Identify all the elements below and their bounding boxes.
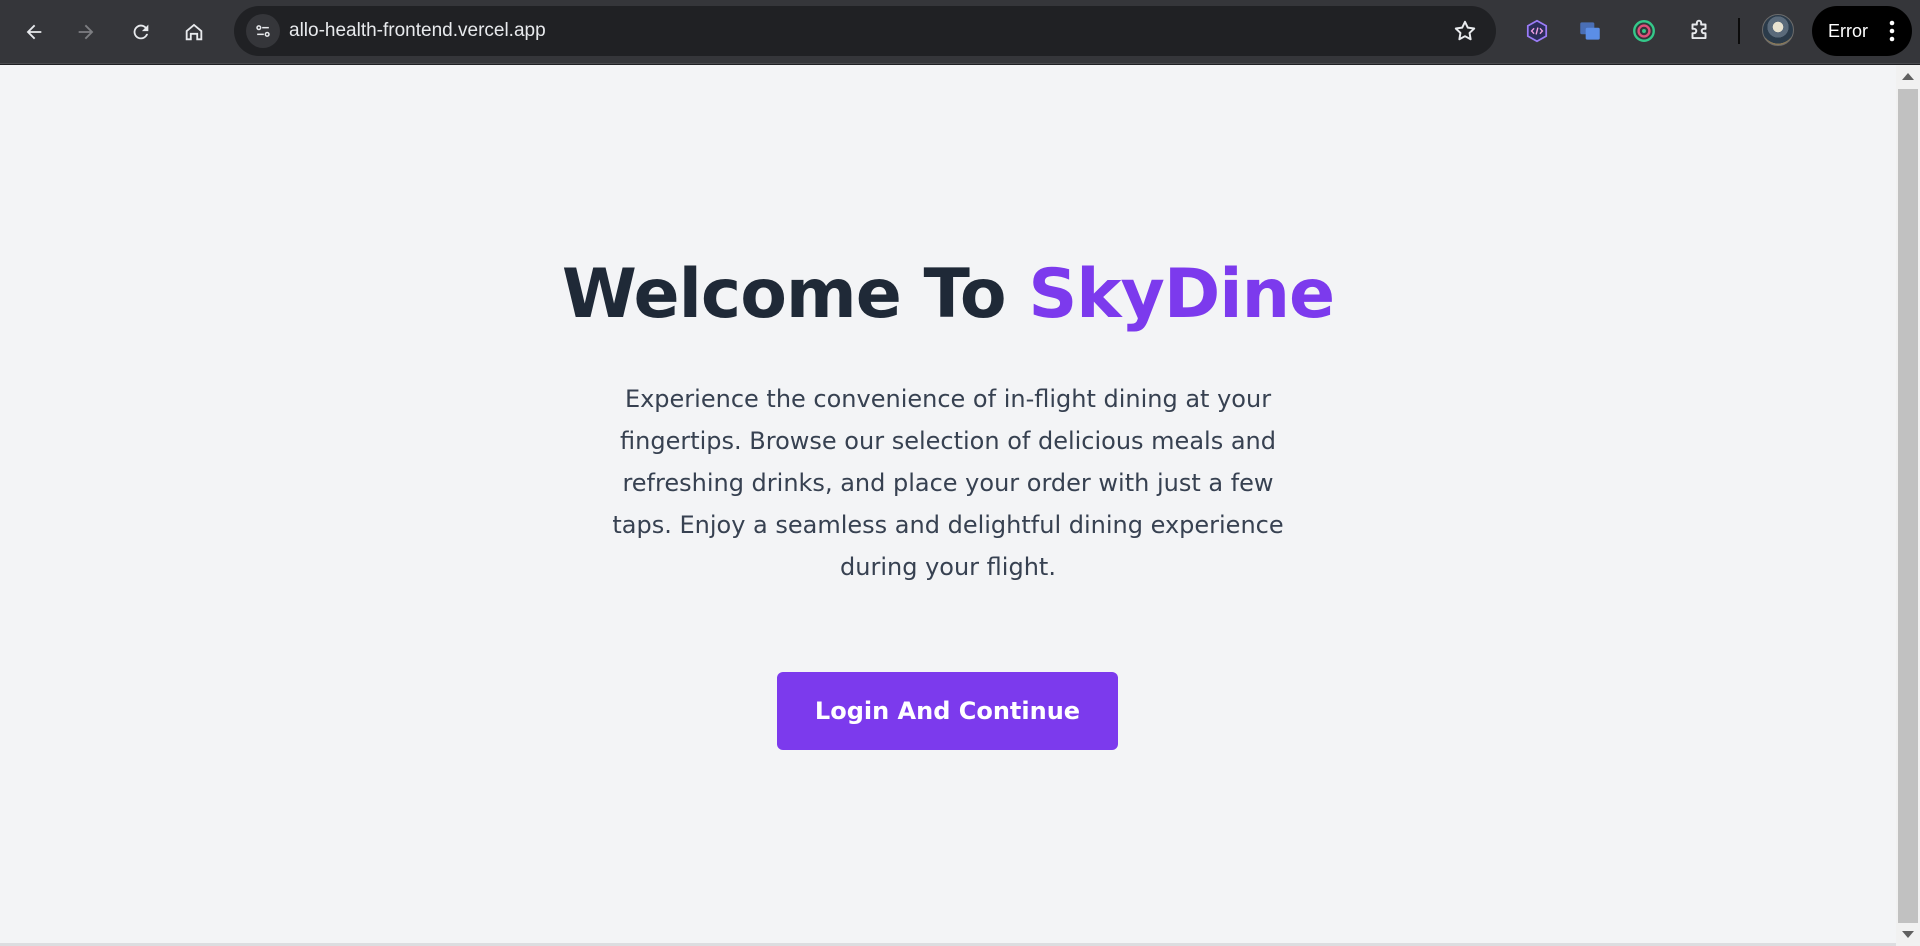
home-button[interactable] [174, 12, 214, 52]
page-scrollbar[interactable] [1896, 65, 1920, 946]
scroll-up-arrow-icon[interactable] [1902, 73, 1914, 80]
login-and-continue-button[interactable]: Login And Continue [777, 672, 1118, 750]
code-extension-icon [1526, 19, 1548, 43]
home-icon [185, 23, 203, 41]
hero-title: Welcome To SkyDine [0, 255, 1896, 334]
reload-icon [133, 24, 149, 40]
puzzle-extensions-icon [1691, 19, 1707, 40]
profile-error-label: Error [1828, 21, 1868, 41]
address-bar[interactable]: allo-health-frontend.vercel.app [234, 6, 1496, 56]
extensions-menu-button[interactable] [1684, 16, 1714, 46]
target-extension-button[interactable] [1629, 16, 1659, 46]
forward-button[interactable] [66, 12, 106, 52]
window-extension-button[interactable] [1575, 16, 1605, 46]
arrow-right-icon [78, 24, 94, 40]
target-extension-icon [1633, 20, 1655, 42]
brand-name: SkyDine [1028, 255, 1335, 334]
hero-title-prefix: Welcome To [561, 255, 1029, 334]
hero-description: Experience the convenience of in-flight … [612, 385, 1284, 581]
back-button[interactable] [14, 12, 54, 52]
browser-toolbar: allo-health-frontend.vercel.app Error [0, 0, 1920, 64]
page-viewport: Welcome To SkyDine Experience the conven… [0, 65, 1896, 946]
tune-icon [256, 25, 270, 37]
code-extension-button[interactable] [1522, 16, 1552, 46]
url-text[interactable]: allo-health-frontend.vercel.app [289, 6, 546, 56]
profile-avatar[interactable] [1762, 14, 1794, 46]
site-info-button[interactable] [246, 14, 280, 48]
bookmark-star-icon[interactable] [1452, 18, 1478, 44]
reload-button[interactable] [121, 12, 161, 52]
arrow-left-icon [26, 24, 42, 40]
scroll-down-arrow-icon[interactable] [1902, 931, 1914, 938]
profile-error-button[interactable]: Error [1812, 6, 1912, 56]
window-extension-icon [1580, 22, 1600, 40]
kebab-menu-icon[interactable] [1884, 18, 1900, 44]
scroll-thumb[interactable] [1898, 89, 1918, 923]
toolbar-divider [1738, 18, 1740, 44]
